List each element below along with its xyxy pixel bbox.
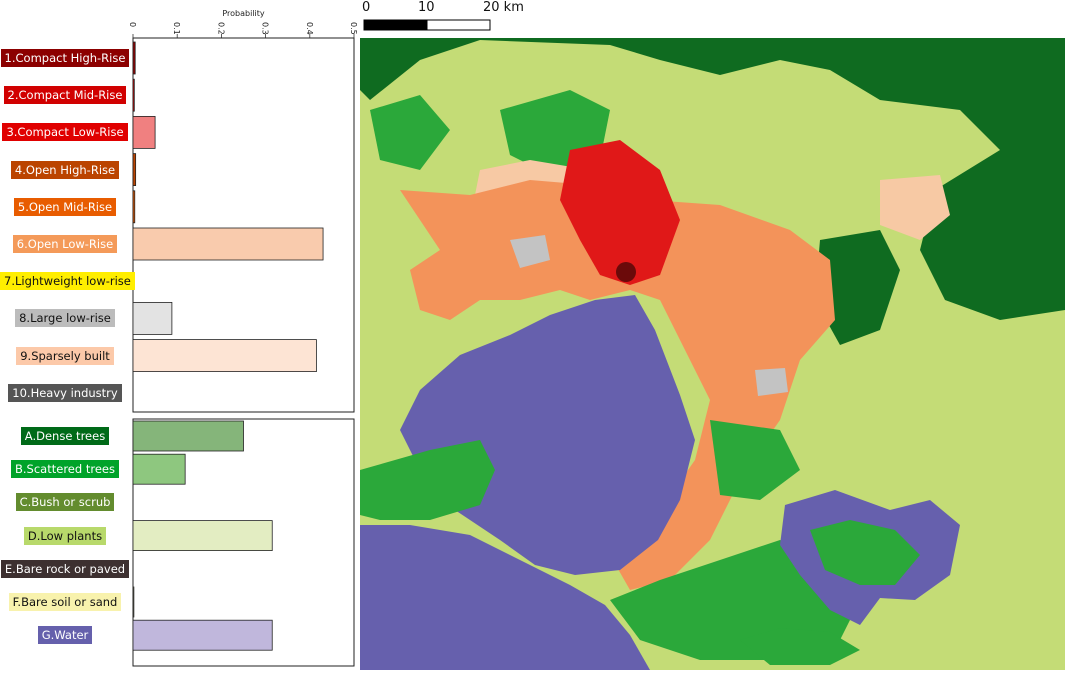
bar: [132, 520, 273, 551]
bar: [132, 41, 136, 75]
bar: [132, 619, 273, 651]
land-cover-map[interactable]: 0 10 20 km: [360, 0, 1065, 670]
scale-label-20: 20 km: [483, 0, 524, 15]
x-tick-label: 0.5: [349, 22, 358, 35]
bar: [132, 339, 317, 373]
x-tick-label: 0.1: [172, 22, 181, 35]
x-tick-label: 0.3: [261, 22, 270, 35]
scale-label-10: 10: [418, 0, 435, 15]
bar: [132, 227, 324, 261]
scale-label-0: 0: [362, 0, 371, 15]
probability-chart: 0 0.1 0.2 0.3 0.4 0.5: [128, 22, 358, 667]
scale-bar: [363, 19, 491, 31]
x-tick-label: 0.2: [216, 22, 225, 35]
bar: [132, 420, 244, 452]
bar: [132, 78, 135, 112]
bar: [132, 190, 136, 224]
bar: [132, 153, 137, 187]
bar: [132, 116, 156, 149]
compact-high-rise-core: [616, 262, 636, 282]
legend-panel: Probability 0 0.1 0.2 0.3 0.4 0.5 1.Compact H…: [0, 0, 360, 670]
x-tick-label: 0: [128, 22, 137, 27]
large-low-rise-east: [755, 368, 788, 396]
bar: [132, 453, 186, 485]
map-canvas[interactable]: [360, 0, 1065, 670]
bar: [132, 586, 135, 618]
x-tick-label: 0.4: [305, 22, 314, 35]
bar: [132, 301, 173, 335]
